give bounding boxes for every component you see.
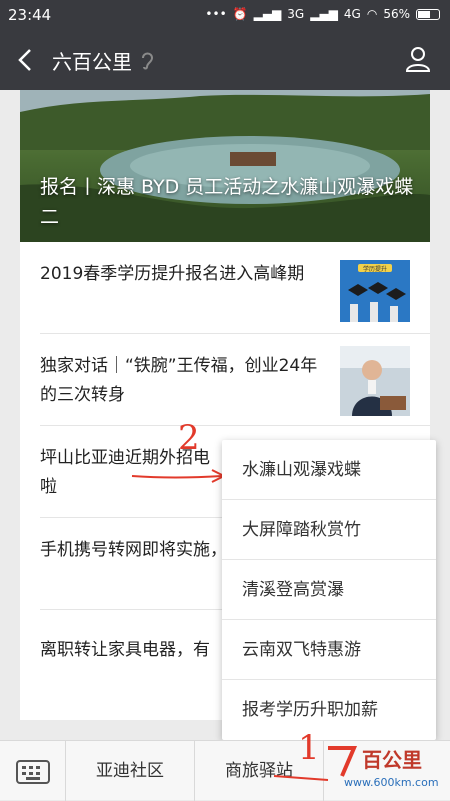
- menu-item-label: 大屏障踏秋赏竹: [242, 520, 361, 540]
- keyboard-toggle[interactable]: [0, 741, 66, 801]
- submenu-popup: 水濂山观瀑戏蝶 大屏障踏秋赏竹 清溪登高赏瀑 云南双飞特惠游 报考学历升职加薪: [222, 440, 436, 740]
- title-bar: 六百公里: [0, 30, 450, 90]
- thumb-label: 学历提升: [363, 265, 387, 273]
- article-item[interactable]: 2019春季学历提升报名进入高峰期 学历提升: [20, 242, 430, 334]
- menu-item-label: 水濂山观瀑戏蝶: [242, 460, 361, 480]
- menu-item[interactable]: 报考学历升职加薪: [222, 680, 436, 740]
- network2-label: 4G: [343, 7, 361, 21]
- profile-icon[interactable]: [404, 45, 432, 77]
- watermark-url: www.600km.com: [344, 776, 439, 789]
- annotation-arrow-1: [273, 775, 329, 781]
- watermark-text: 百公里: [362, 748, 422, 772]
- menu-item[interactable]: 清溪登高赏瀑: [222, 560, 436, 620]
- article-title: 2019春季学历提升报名进入高峰期: [40, 264, 305, 284]
- annotation-2: 2: [178, 418, 200, 458]
- watermark-emblem: [328, 746, 358, 777]
- article-thumbnail: [340, 346, 410, 416]
- wifi-icon: ◠: [366, 7, 378, 21]
- menu-item[interactable]: 水濂山观瀑戏蝶: [222, 440, 436, 500]
- battery-icon: [416, 8, 440, 20]
- signal-icon: ▂▄▆: [253, 7, 282, 21]
- back-icon[interactable]: [14, 46, 40, 74]
- keyboard-icon: [16, 760, 50, 784]
- menu-item[interactable]: 大屏障踏秋赏竹: [222, 500, 436, 560]
- menu-item-label: 云南双飞特惠游: [242, 640, 361, 660]
- annotation-1: 1: [298, 728, 320, 768]
- alarm-icon: ⏰: [232, 7, 248, 21]
- menu-item-label: 清溪登高赏瀑: [242, 580, 344, 600]
- article-thumbnail: 学历提升: [340, 260, 410, 322]
- menu-item-label: 报考学历升职加薪: [242, 700, 378, 720]
- status-icons: ••• ⏰ ▂▄▆ 3G ▂▄▆ 4G ◠ 56%: [205, 7, 440, 21]
- hero-title: 报名丨深惠 BYD 员工活动之水濂山观瀑戏蝶二: [40, 176, 414, 228]
- menu-item[interactable]: 云南双飞特惠游: [222, 620, 436, 680]
- article-item[interactable]: 独家对话｜“铁腕”王传福，创业24年的三次转身: [20, 334, 430, 426]
- status-time: 23:44: [8, 6, 52, 24]
- status-bar: 23:44 ••• ⏰ ▂▄▆ 3G ▂▄▆ 4G ◠ 56%: [0, 0, 450, 30]
- tab-yadi-community[interactable]: 亚迪社区: [66, 741, 194, 801]
- article-title: 独家对话｜“铁腕”王传福，创业24年的三次转身: [40, 356, 318, 405]
- signal2-icon: ▂▄▆: [310, 7, 338, 21]
- battery-label: 56%: [383, 7, 410, 21]
- watermark-logo: 百公里 www.600km.com: [324, 738, 444, 796]
- more-dots-icon: •••: [205, 7, 227, 21]
- ear-icon: [140, 50, 154, 74]
- hero-article[interactable]: 报名丨深惠 BYD 员工活动之水濂山观瀑戏蝶二: [20, 90, 430, 242]
- network-label: 3G: [287, 7, 305, 21]
- page-title: 六百公里: [52, 50, 132, 74]
